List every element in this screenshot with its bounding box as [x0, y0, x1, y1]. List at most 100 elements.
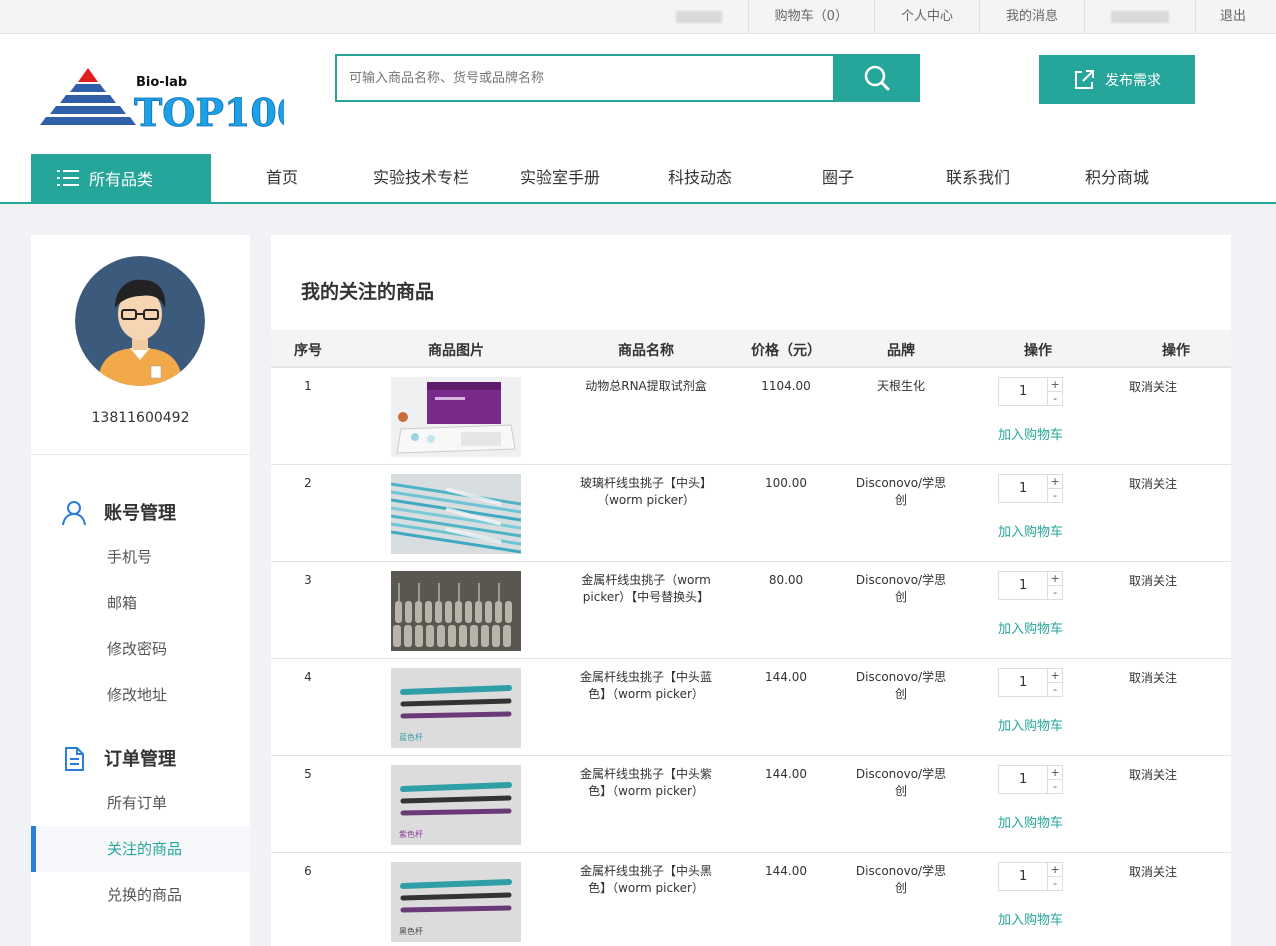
decrement-button[interactable]: - [1048, 780, 1062, 794]
product-image-pickers-black: 黑色杆 [391, 862, 521, 942]
decrement-button[interactable]: - [1048, 392, 1062, 406]
product-name[interactable]: 玻璃杆线虫挑子【中头】（worm picker） [576, 475, 716, 509]
search-button[interactable] [833, 54, 920, 102]
product-price: 144.00 [765, 767, 807, 781]
search-input[interactable] [335, 54, 833, 102]
logout-link[interactable]: 退出 [1194, 0, 1276, 34]
page-title: 我的关注的商品 [301, 281, 435, 303]
quantity-input[interactable]: 1 [999, 863, 1049, 890]
product-price: 100.00 [765, 476, 807, 490]
quantity-input[interactable]: 1 [999, 766, 1049, 793]
search-bar [335, 54, 920, 102]
decrement-button[interactable]: - [1048, 877, 1062, 891]
row-no: 4 [304, 670, 312, 684]
row-no: 5 [304, 767, 312, 781]
quantity-stepper: 1 + - [998, 862, 1063, 891]
unfollow-link[interactable]: 取消关注 [1129, 475, 1177, 492]
order-management-title: 订单管理 [104, 749, 176, 770]
logo-text-small: Bio-lab [136, 75, 187, 90]
sidebar-item-redeemed-products[interactable]: 兑换的商品 [31, 872, 250, 918]
quantity-input[interactable]: 1 [999, 572, 1049, 599]
unfollow-link[interactable]: 取消关注 [1129, 669, 1177, 686]
personal-center-link[interactable]: 个人中心 [873, 0, 979, 34]
add-to-cart-link[interactable]: 加入购物车 [998, 424, 1063, 443]
nav-item-circle[interactable]: 圈子 [808, 154, 868, 202]
sidebar-item-change-address[interactable]: 修改地址 [31, 672, 250, 718]
sidebar-item-change-password[interactable]: 修改密码 [31, 626, 250, 672]
cart-label: 购物车 [774, 9, 814, 24]
account-blurred[interactable] [1083, 0, 1195, 34]
all-categories-label: 所有品类 [89, 170, 154, 189]
quantity-stepper: 1 + - [998, 668, 1063, 697]
publish-request-button[interactable]: 发布需求 [1039, 55, 1195, 104]
unfollow-link[interactable]: 取消关注 [1129, 766, 1177, 783]
row-no: 6 [304, 864, 312, 878]
product-thumbnail[interactable]: 蓝色杆 [391, 668, 521, 748]
product-brand: Disconovo/学思创 [855, 476, 947, 507]
nav-item-points-mall[interactable]: 积分商城 [1072, 154, 1162, 202]
row-no: 1 [304, 379, 312, 393]
sidebar-item-all-orders[interactable]: 所有订单 [31, 780, 250, 826]
sidebar-item-phone[interactable]: 手机号 [31, 534, 250, 580]
product-thumbnail[interactable] [391, 474, 521, 554]
cart-link[interactable]: 购物车（0） [747, 0, 874, 34]
nav-item-techniques[interactable]: 实验技术专栏 [366, 154, 476, 202]
unfollow-link[interactable]: 取消关注 [1129, 863, 1177, 880]
nav-item-contact[interactable]: 联系我们 [933, 154, 1023, 202]
add-to-cart-link[interactable]: 加入购物车 [998, 521, 1063, 540]
product-price: 80.00 [768, 573, 804, 587]
col-name: 商品名称 [618, 343, 674, 359]
increment-button[interactable]: + [1048, 475, 1062, 489]
product-brand: Disconovo/学思创 [855, 670, 947, 701]
product-thumbnail[interactable] [391, 571, 521, 651]
add-to-cart-link[interactable]: 加入购物车 [998, 618, 1063, 637]
increment-button[interactable]: + [1048, 669, 1062, 683]
unfollow-link[interactable]: 取消关注 [1129, 572, 1177, 589]
increment-button[interactable]: + [1048, 766, 1062, 780]
product-thumbnail[interactable] [391, 377, 521, 457]
add-to-cart-link[interactable]: 加入购物车 [998, 715, 1063, 734]
table-row: 2 玻璃杆线虫挑子【中头】（worm picker） 100.00 Discon… [271, 465, 1231, 562]
product-brand: Disconovo/学思创 [855, 767, 947, 798]
product-thumbnail[interactable]: 黑色杆 [391, 862, 521, 942]
avatar[interactable] [75, 256, 205, 386]
col-action-2: 操作 [1162, 343, 1190, 359]
quantity-input[interactable]: 1 [999, 378, 1049, 405]
increment-button[interactable]: + [1048, 572, 1062, 586]
nav-item-lab-manual[interactable]: 实验室手册 [510, 154, 610, 202]
product-price: 1104.00 [761, 379, 811, 393]
order-management-group: 订单管理 [31, 740, 250, 776]
sidebar-item-followed-products[interactable]: 关注的商品 [31, 826, 250, 872]
product-name[interactable]: 金属杆线虫挑子【中头黑色】（worm picker） [576, 863, 716, 897]
site-logo[interactable]: Bio-lab TOP100 [34, 66, 304, 138]
increment-button[interactable]: + [1048, 863, 1062, 877]
sidebar-item-email[interactable]: 邮箱 [31, 580, 250, 626]
top-bar: 购物车（0） 个人中心 我的消息 退出 [0, 0, 1276, 34]
product-name[interactable]: 金属杆线虫挑子【中头紫色】（worm picker） [576, 766, 716, 800]
decrement-button[interactable]: - [1048, 586, 1062, 600]
product-name[interactable]: 金属杆线虫挑子（worm picker）【中号替换头】 [576, 572, 716, 606]
quantity-input[interactable]: 1 [999, 669, 1049, 696]
decrement-button[interactable]: - [1048, 683, 1062, 697]
table-row: 4 蓝色杆 金属杆线虫挑子【中头蓝色】（worm picker） 144.00 … [271, 659, 1231, 756]
product-name[interactable]: 金属杆线虫挑子【中头蓝色】（worm picker） [576, 669, 716, 703]
document-icon [65, 747, 84, 771]
add-to-cart-link[interactable]: 加入购物车 [998, 812, 1063, 831]
col-brand: 品牌 [887, 343, 915, 359]
nav-item-tech-news[interactable]: 科技动态 [655, 154, 745, 202]
product-image-glass-pickers [391, 474, 521, 554]
quantity-stepper: 1 + - [998, 377, 1063, 406]
all-categories-button[interactable]: 所有品类 [31, 154, 211, 202]
quantity-input[interactable]: 1 [999, 475, 1049, 502]
increment-button[interactable]: + [1048, 378, 1062, 392]
my-messages-link[interactable]: 我的消息 [978, 0, 1084, 34]
unfollow-link[interactable]: 取消关注 [1129, 378, 1177, 395]
nav-item-home[interactable]: 首页 [242, 154, 322, 202]
decrement-button[interactable]: - [1048, 489, 1062, 503]
product-thumbnail[interactable]: 紫色杆 [391, 765, 521, 845]
search-icon [864, 65, 889, 91]
product-name[interactable]: 动物总RNA提取试剂盒 [576, 378, 716, 395]
add-to-cart-link[interactable]: 加入购物车 [998, 909, 1063, 928]
user-icon [62, 501, 86, 526]
username-blurred[interactable] [650, 0, 748, 34]
